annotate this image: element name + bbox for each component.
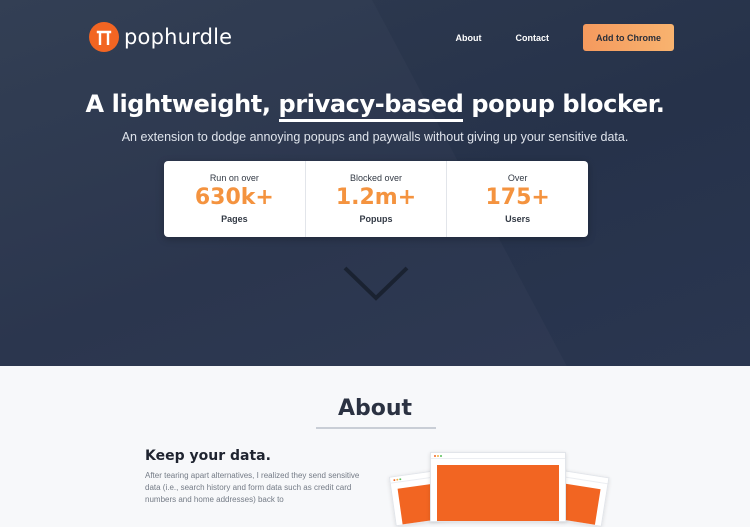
nav-link-about[interactable]: About — [456, 33, 482, 43]
top-nav: About Contact Add to Chrome — [456, 24, 674, 51]
browser-window-center — [430, 452, 566, 522]
stat-value: 1.2m+ — [335, 185, 417, 210]
brand-name: pophurdle — [124, 25, 233, 49]
hero-section: pophurdle About Contact Add to Chrome A … — [0, 0, 750, 366]
headline-start: A lightweight, — [85, 90, 271, 118]
stat-value: 175+ — [485, 185, 550, 210]
about-heading: Keep your data. — [145, 448, 271, 464]
stat-caption: Over — [507, 173, 528, 183]
hero-headline: A lightweight, privacy-based popup block… — [0, 90, 750, 122]
stat-popups: Blocked over 1.2m+ Popups — [306, 161, 448, 237]
headline-end: popup blocker. — [471, 90, 665, 118]
stat-caption: Run on over — [209, 173, 259, 183]
about-title: About — [337, 396, 413, 421]
stats-card: Run on over 630k+ Pages Blocked over 1.2… — [164, 161, 588, 237]
stat-pages: Run on over 630k+ Pages — [164, 161, 306, 237]
nav-link-contact[interactable]: Contact — [516, 33, 550, 43]
stat-unit: Popups — [359, 214, 393, 224]
stat-value: 630k+ — [194, 185, 274, 210]
headline-underlined: privacy-based — [278, 90, 464, 122]
stat-unit: Users — [505, 214, 531, 224]
door-frame-icon — [89, 22, 119, 52]
hero-subhead: An extension to dodge annoying popups an… — [121, 130, 629, 144]
stat-unit: Pages — [221, 214, 248, 224]
chevron-down-icon[interactable] — [343, 266, 409, 307]
browser-windows-illustration — [388, 446, 610, 527]
add-to-chrome-button[interactable]: Add to Chrome — [583, 24, 674, 51]
about-divider — [316, 427, 436, 429]
logo[interactable]: pophurdle — [89, 22, 232, 52]
about-body: After tearing apart alternatives, I real… — [145, 471, 360, 504]
stat-caption: Blocked over — [349, 173, 403, 183]
stat-users: Over 175+ Users — [447, 161, 588, 237]
